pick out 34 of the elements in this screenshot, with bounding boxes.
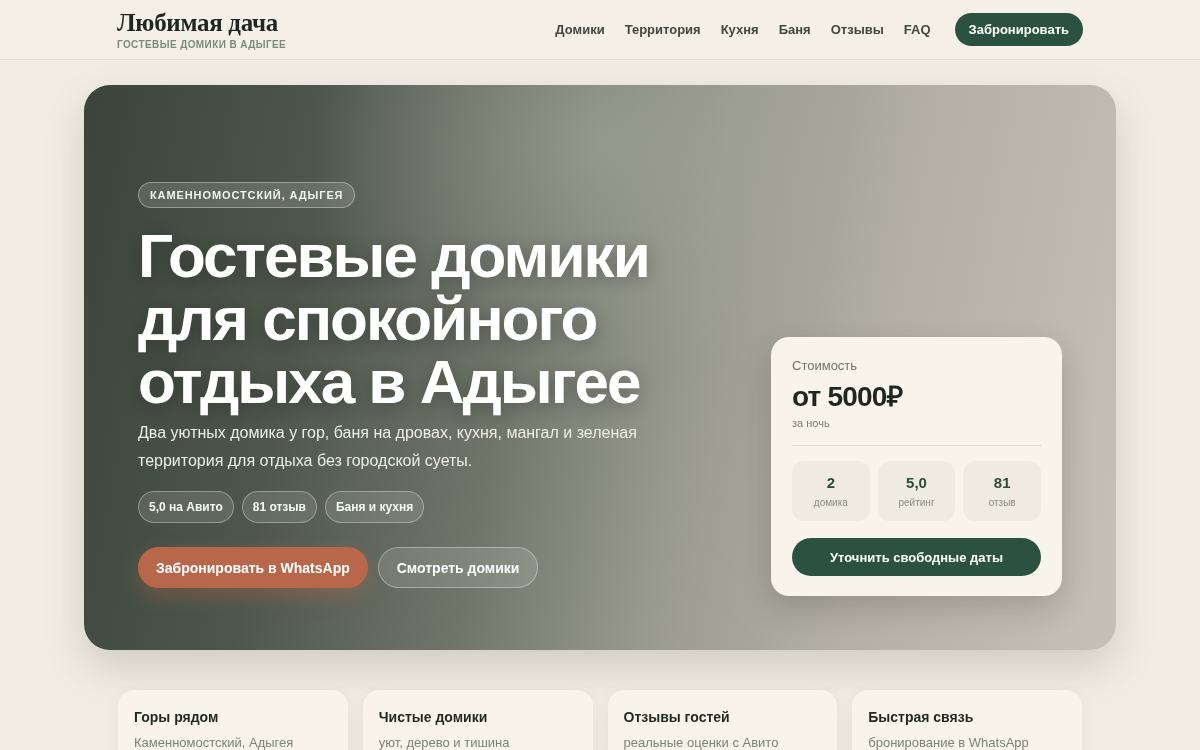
feature-title: Отзывы гостей — [623, 709, 731, 725]
nav-link[interactable]: Отзывы — [830, 22, 884, 37]
feature-chip: Баня и кухня — [324, 491, 425, 523]
price-value: от 5000₽ — [792, 381, 902, 413]
nav-link[interactable]: Кухня — [720, 22, 759, 37]
site-tagline: ГОСТЕВЫЕ ДОМИКИ В АДЫГЕЕ — [117, 38, 287, 50]
stat-value: 2 — [826, 474, 835, 491]
feature-subtitle: уют, дерево и тишина — [378, 735, 511, 750]
nav-link[interactable]: Территория — [624, 22, 701, 37]
site-logo[interactable]: Любимая дача — [117, 9, 287, 36]
feature-chip: 5,0 на Авито — [138, 491, 234, 523]
view-houses-button[interactable]: Смотреть домики — [377, 547, 539, 588]
nav-link[interactable]: FAQ — [903, 22, 931, 37]
price-unit: за ночь — [792, 417, 830, 429]
location-tag: КАМЕННОМОСТСКИЙ, АДЫГЕЯ — [138, 182, 356, 208]
book-button[interactable]: Забронировать — [954, 13, 1083, 46]
nav-link[interactable]: Баня — [778, 22, 811, 37]
stat-label: домика — [813, 497, 848, 508]
stat-label: рейтинг — [898, 497, 935, 508]
stat-value: 81 — [993, 474, 1011, 491]
feature-subtitle: Каменномостский, Адыгея — [134, 735, 295, 750]
check-dates-button[interactable]: Уточнить свободные даты — [792, 538, 1041, 576]
whatsapp-book-button[interactable]: Забронировать в WhatsApp — [138, 547, 368, 588]
feature-title: Чистые домики — [378, 709, 489, 725]
hero-description: Два уютных домика у гор, баня на дровах, кухня, мангал и зеленая территория для отдыха без городской суеты. — [138, 423, 638, 471]
feature-title: Быстрая связь — [868, 709, 975, 725]
feature-subtitle: бронирование в WhatsApp — [868, 735, 1030, 750]
stat-label: отзыв — [988, 497, 1016, 508]
stat-value: 5,0 — [906, 474, 927, 491]
feature-chip: 81 отзыв — [241, 491, 317, 523]
nav-link[interactable]: Домики — [555, 22, 605, 37]
price-label: Стоимость — [792, 358, 858, 373]
feature-title: Горы рядом — [134, 709, 220, 725]
feature-subtitle: реальные оценки с Авито — [623, 735, 780, 750]
